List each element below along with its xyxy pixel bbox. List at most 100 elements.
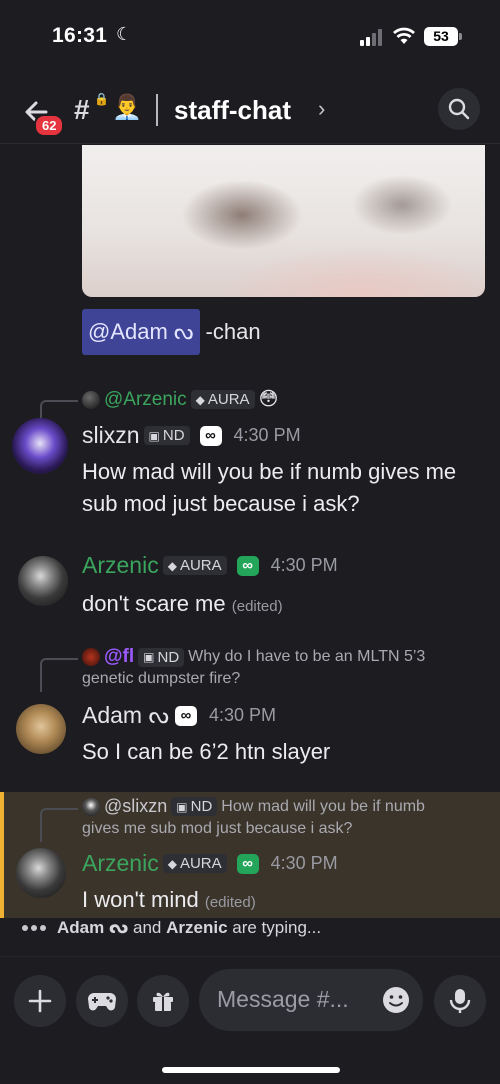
voice-message-button[interactable] bbox=[434, 975, 486, 1027]
typing-user: Adam ᔓ bbox=[57, 918, 129, 937]
message-header: Adam ᔓ ∞ 4:30 PM bbox=[82, 702, 276, 729]
gem-icon: ◆ bbox=[195, 392, 205, 407]
message-text: -chan bbox=[205, 319, 261, 344]
reply-connector bbox=[40, 808, 78, 842]
emoji-icon[interactable] bbox=[381, 985, 411, 1015]
typing-dots-icon bbox=[22, 925, 49, 931]
username[interactable]: Adam ᔓ bbox=[82, 702, 169, 729]
add-attachment-button[interactable] bbox=[14, 975, 66, 1027]
channel-hash-icon: # bbox=[74, 94, 90, 125]
gift-button[interactable] bbox=[137, 975, 189, 1027]
role-tag-label: AURA bbox=[207, 391, 250, 408]
message-text: I won't mind (edited) bbox=[82, 884, 256, 919]
gem-icon: ◆ bbox=[167, 558, 177, 573]
message-text: How mad will you be if numb gives me sub… bbox=[82, 459, 457, 516]
home-indicator[interactable] bbox=[162, 1067, 340, 1073]
badge-icon: ▣ bbox=[143, 650, 155, 664]
image-attachment[interactable] bbox=[82, 145, 485, 297]
avatar[interactable] bbox=[16, 704, 66, 754]
edited-label: (edited) bbox=[204, 894, 256, 911]
reply-text-continued: gives me sub mod just because i ask? bbox=[82, 820, 353, 837]
battery-icon: 53 bbox=[424, 27, 462, 46]
infinity-badge-icon: ∞ bbox=[236, 853, 259, 874]
infinity-badge-icon: ∞ bbox=[174, 705, 197, 726]
message-composer: Message #... bbox=[0, 956, 500, 1084]
lock-icon: 🔒 bbox=[94, 92, 109, 106]
typing-user: Arzenic bbox=[166, 918, 228, 937]
search-icon bbox=[448, 98, 470, 120]
avatar[interactable] bbox=[18, 556, 68, 606]
message-header: Arzenic ◆ AURA ∞ 4:30 PM bbox=[82, 850, 338, 877]
role-tag-label: AURA bbox=[179, 557, 222, 574]
timestamp: 4:30 PM bbox=[233, 425, 301, 445]
reply-preview[interactable]: @fl ▣ ND Why do I have to be an MLTN 5’3 bbox=[82, 646, 425, 668]
infinity-badge-icon: ∞ bbox=[199, 425, 222, 446]
plus-icon bbox=[28, 989, 52, 1013]
message-text: So I can be 6’2 htn slayer bbox=[82, 739, 331, 764]
status-time: 16:31 bbox=[52, 24, 108, 47]
badge-icon: ▣ bbox=[148, 428, 160, 443]
channel-emoji: 👨‍💼 bbox=[112, 94, 142, 121]
role-tag: ◆ AURA bbox=[190, 390, 255, 409]
message-header: slixzn ▣ ND ∞ 4:30 PM bbox=[82, 422, 301, 449]
role-tag: ▣ ND bbox=[171, 797, 218, 816]
header-divider bbox=[156, 94, 158, 126]
username[interactable]: slixzn bbox=[82, 422, 140, 449]
avatar[interactable] bbox=[16, 848, 66, 898]
wifi-icon bbox=[393, 27, 415, 44]
reply-preview[interactable]: @Arzenic ◆ AURA 😳 bbox=[82, 388, 278, 411]
reply-username: @Arzenic bbox=[104, 388, 187, 410]
avatar bbox=[82, 797, 100, 816]
username[interactable]: Arzenic bbox=[82, 552, 159, 579]
unread-badge: 62 bbox=[34, 114, 65, 137]
avatar bbox=[82, 648, 100, 666]
gamepad-icon bbox=[88, 993, 116, 1011]
timestamp: 4:30 PM bbox=[208, 705, 277, 725]
badge-icon: ▣ bbox=[176, 799, 188, 814]
edited-label: (edited) bbox=[231, 598, 283, 615]
role-tag-label: AURA bbox=[179, 855, 222, 872]
channel-name[interactable]: staff-chat bbox=[174, 95, 291, 126]
message-text: don't scare me (edited) bbox=[82, 588, 283, 623]
reply-username: @fl bbox=[104, 646, 135, 667]
reply-connector bbox=[40, 658, 78, 692]
gem-icon: ◆ bbox=[167, 856, 177, 871]
reply-preview[interactable]: @slixzn ▣ ND How mad will you be if numb bbox=[82, 796, 425, 817]
message-input-placeholder: Message #... bbox=[217, 986, 349, 1012]
timestamp: 4:30 PM bbox=[270, 555, 338, 575]
avatar bbox=[82, 390, 100, 409]
reply-text-continued: genetic dumpster fire? bbox=[82, 670, 241, 687]
reply-username: @slixzn bbox=[104, 796, 168, 816]
timestamp: 4:30 PM bbox=[270, 853, 338, 873]
role-tag: ◆ AURA bbox=[162, 556, 227, 575]
moon-icon: ☾ bbox=[116, 24, 133, 44]
role-tag-label: ND bbox=[162, 427, 185, 444]
gift-icon bbox=[153, 992, 173, 1011]
username[interactable]: Arzenic bbox=[82, 850, 159, 877]
cellular-signal-icon bbox=[360, 28, 386, 46]
role-tag-label: ND bbox=[190, 798, 213, 815]
avatar[interactable] bbox=[12, 418, 68, 474]
message-input[interactable]: Message #... bbox=[199, 969, 423, 1031]
channel-header: 62 # 🔒 👨‍💼 staff-chat › bbox=[0, 78, 500, 144]
reply-text: Why do I have to be an MLTN 5’3 bbox=[188, 648, 426, 665]
microphone-icon bbox=[449, 989, 471, 1013]
infinity-badge-icon: ∞ bbox=[236, 555, 259, 576]
message-body: I won't mind bbox=[82, 887, 199, 912]
reply-connector bbox=[40, 400, 78, 418]
role-tag: ◆ AURA bbox=[162, 854, 227, 873]
role-tag: ▣ ND bbox=[143, 426, 190, 445]
user-mention[interactable]: @Adam ᔓ bbox=[82, 309, 200, 355]
status-bar: 16:31 ☾ 53 bbox=[0, 0, 500, 72]
role-tag: ▣ ND bbox=[138, 647, 185, 667]
typing-and: and bbox=[133, 918, 162, 937]
search-button[interactable] bbox=[438, 88, 480, 130]
chevron-right-icon[interactable]: › bbox=[318, 96, 325, 122]
reply-text: How mad will you be if numb bbox=[221, 797, 425, 815]
reply-text: 😳 bbox=[258, 389, 279, 410]
mention-message: @Adam ᔓ -chan bbox=[82, 306, 261, 358]
typing-text: are typing... bbox=[232, 918, 322, 937]
message-body: don't scare me bbox=[82, 591, 226, 616]
typing-indicator: Adam ᔓ and Arzenic are typing... bbox=[22, 918, 321, 938]
activities-button[interactable] bbox=[76, 975, 128, 1027]
